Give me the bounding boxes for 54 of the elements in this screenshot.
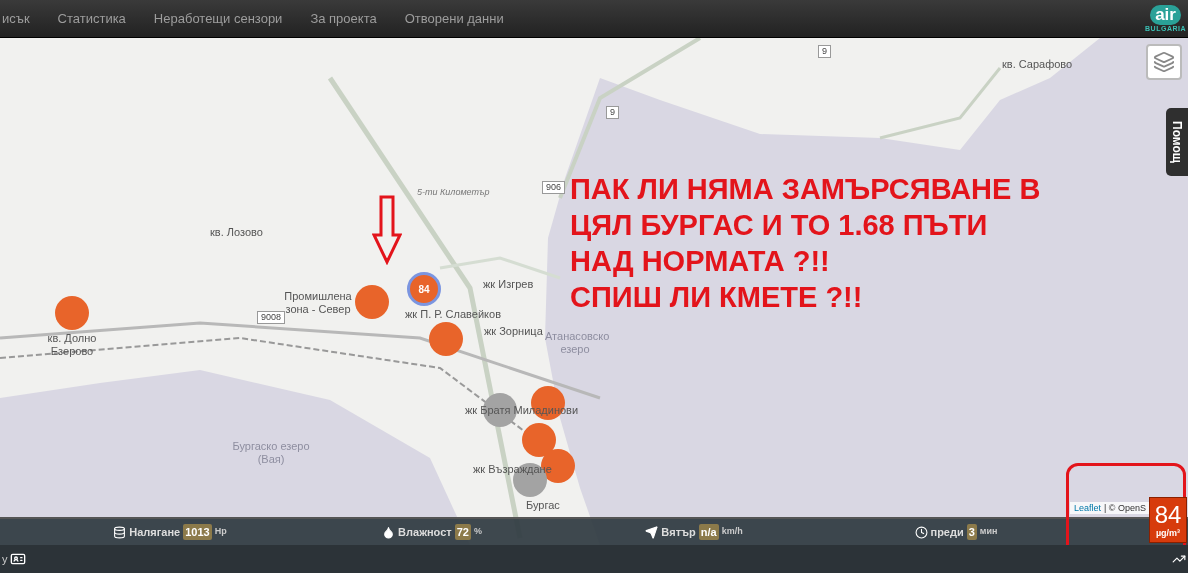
layers-icon — [1153, 51, 1175, 73]
sensor-marker[interactable] — [522, 423, 556, 457]
nav-link[interactable]: За проекта — [310, 8, 377, 29]
droplet-icon — [382, 525, 396, 539]
map-place-label: жк Изгрев — [483, 278, 534, 291]
sensor-marker[interactable] — [429, 322, 463, 356]
map-place-label: кв. Сарафово — [1002, 58, 1073, 71]
database-icon — [113, 525, 127, 539]
map-place-label: жк П. Р. Славейков — [405, 308, 501, 321]
stat-label: Вятър — [661, 524, 696, 540]
id-card-icon[interactable] — [9, 551, 26, 567]
footer-text: у — [2, 551, 8, 567]
stat-unit: Hp — [214, 525, 227, 539]
stat-unit: km/h — [721, 525, 743, 539]
annotation-text: НАД НОРМАТА ?!! — [570, 244, 831, 279]
route-shield: 9 — [606, 106, 619, 119]
annotation-text: ЦЯЛ БУРГАС И ТО 1.68 ПЪТИ — [570, 208, 989, 243]
stat-value: n/a — [698, 523, 719, 541]
map-place-label: жк Зорница — [484, 325, 543, 338]
stat-label: Налягане — [129, 524, 181, 540]
attribution-text: | © OpenS — [1104, 502, 1146, 514]
legend-unit: µg/m³ — [1155, 527, 1181, 539]
map-place-label: Бургас — [526, 499, 560, 512]
annotation-text: ПАК ЛИ НЯМА ЗАМЪРСЯВАНЕ В — [570, 172, 1041, 207]
stat-label: Влажност — [398, 524, 452, 540]
layers-button[interactable] — [1146, 44, 1182, 80]
route-shield: 906 — [542, 181, 566, 194]
annotation-text: СПИШ ЛИ КМЕТЕ ?!! — [570, 280, 864, 315]
stat-value: 1013 — [183, 523, 212, 541]
map-place-label: Бургаско езеро (Вая) — [231, 440, 311, 466]
stat-label: преди — [930, 524, 964, 540]
stat-unit: мин — [979, 525, 998, 539]
route-shield: 9008 — [257, 311, 286, 324]
leaflet-link[interactable]: Leaflet — [1073, 502, 1101, 514]
down-arrow-icon — [372, 195, 402, 265]
sensor-marker[interactable] — [355, 285, 389, 319]
stat-unit: % — [473, 525, 482, 539]
nav-link[interactable]: Статистика — [57, 8, 126, 29]
stat-value: 3 — [966, 523, 977, 541]
stat-value: 72 — [454, 523, 471, 541]
map-place-label: 5-ти Километър — [417, 186, 490, 199]
help-tab[interactable]: Помощ — [1166, 108, 1188, 176]
paper-plane-icon — [645, 525, 659, 539]
map-place-label: кв. Лозово — [210, 226, 263, 239]
cluster-marker[interactable]: 84 — [407, 272, 441, 306]
map-place-label: кв. Долно Езерово — [46, 332, 98, 358]
clock-icon — [914, 525, 928, 539]
map-place-label: Промишлена зона - Север — [283, 290, 353, 316]
legend-value: 84 — [1154, 501, 1182, 528]
nav-link[interactable]: Неработещи сензори — [153, 8, 283, 29]
route-shield: 9 — [818, 45, 831, 58]
nav-link[interactable]: Отворени данни — [404, 8, 504, 29]
sensor-marker[interactable] — [55, 296, 89, 330]
nav-link[interactable]: исък — [2, 8, 30, 29]
